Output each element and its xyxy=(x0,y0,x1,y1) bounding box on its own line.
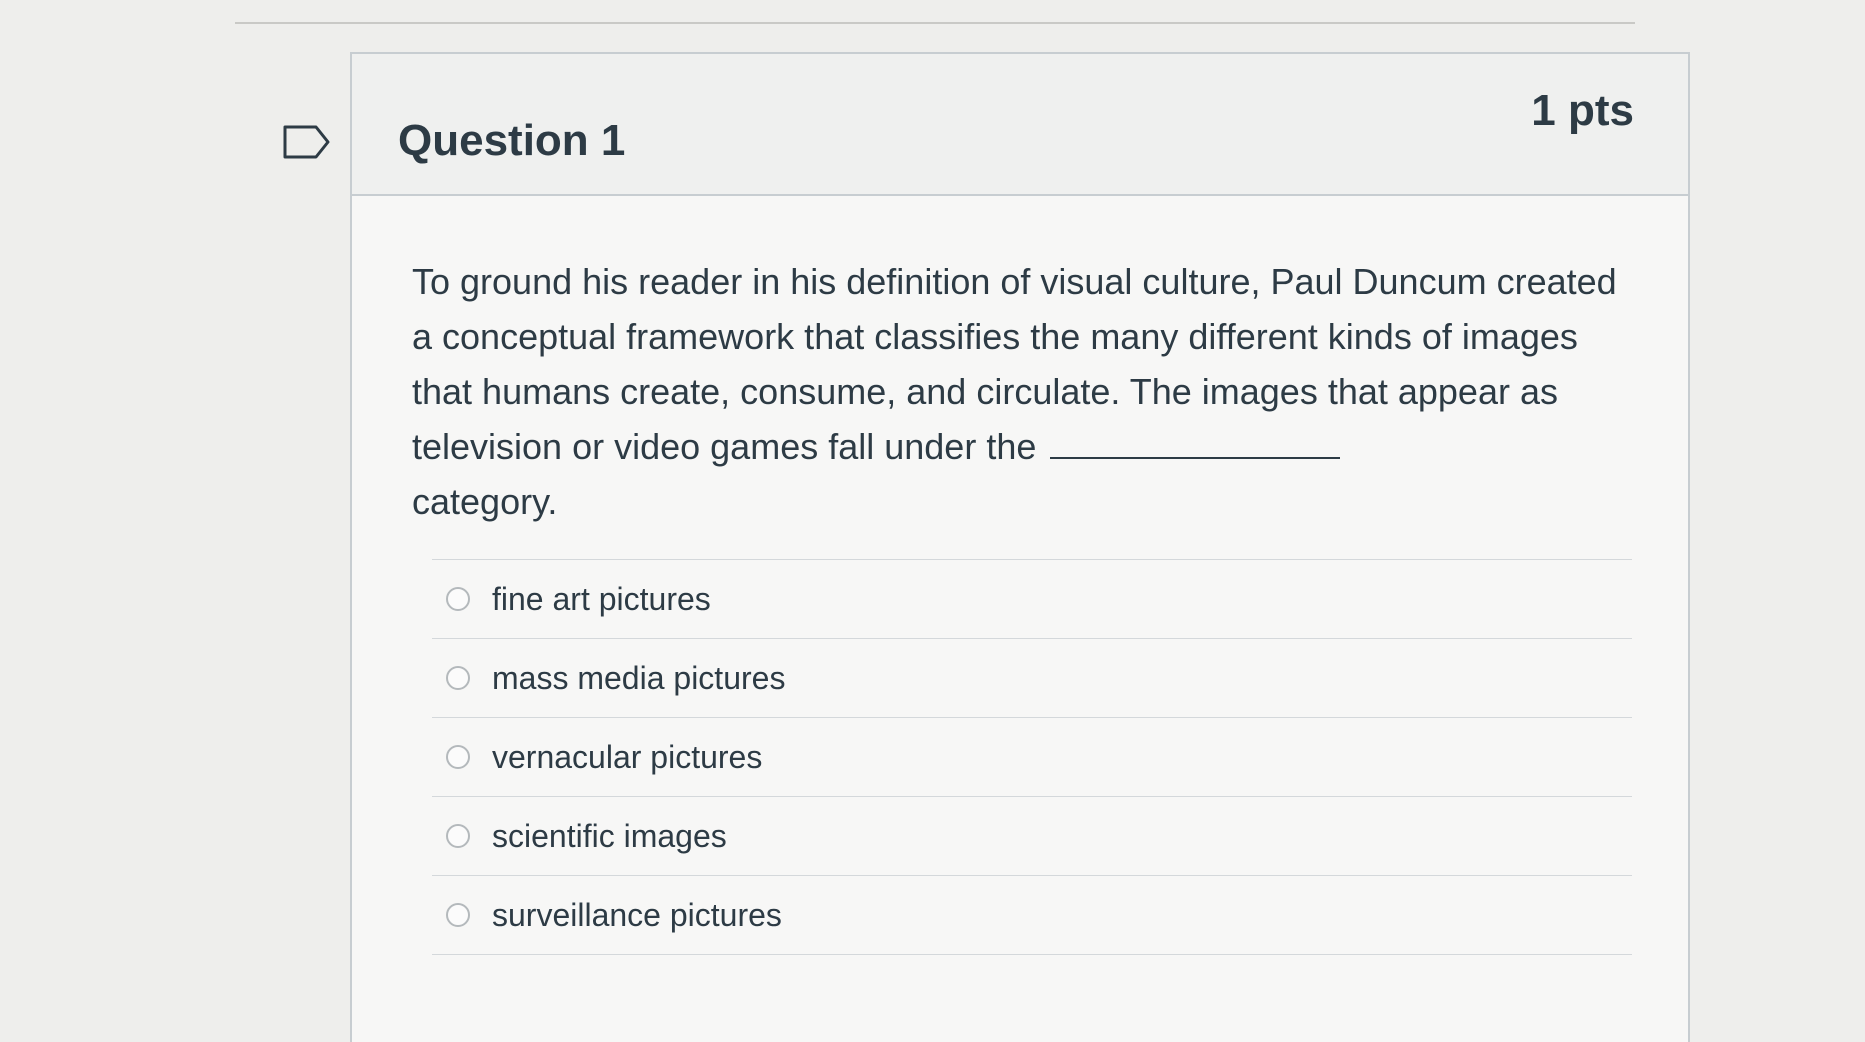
answer-option[interactable]: vernacular pictures xyxy=(432,718,1632,797)
answer-label: vernacular pictures xyxy=(492,738,763,775)
radio-button[interactable] xyxy=(446,745,470,769)
top-divider xyxy=(235,22,1635,24)
answer-option[interactable]: fine art pictures xyxy=(432,560,1632,639)
question-text: To ground his reader in his definition o… xyxy=(412,254,1642,529)
radio-button[interactable] xyxy=(446,587,470,611)
answer-option[interactable]: surveillance pictures xyxy=(432,876,1632,955)
answer-label: surveillance pictures xyxy=(492,896,782,933)
answer-list: fine art pictures mass media pictures ve… xyxy=(432,559,1632,955)
question-points: 1 pts xyxy=(1531,86,1634,135)
answer-option[interactable]: mass media pictures xyxy=(432,639,1632,718)
radio-button[interactable] xyxy=(446,903,470,927)
question-card: Question 1 1 pts To ground his reader in… xyxy=(350,52,1690,1042)
answer-label: fine art pictures xyxy=(492,580,711,617)
radio-button[interactable] xyxy=(446,824,470,848)
radio-button[interactable] xyxy=(446,666,470,690)
answer-label: scientific images xyxy=(492,817,727,854)
question-title: Question 1 xyxy=(398,116,626,165)
answer-option[interactable]: scientific images xyxy=(432,797,1632,876)
answer-label: mass media pictures xyxy=(492,659,786,696)
flag-question-icon[interactable] xyxy=(282,124,332,160)
question-header: Question 1 1 pts xyxy=(352,54,1688,196)
fill-in-blank xyxy=(1050,457,1341,459)
question-prompt-end: category. xyxy=(412,481,558,522)
question-prompt: To ground his reader in his definition o… xyxy=(412,261,1617,467)
